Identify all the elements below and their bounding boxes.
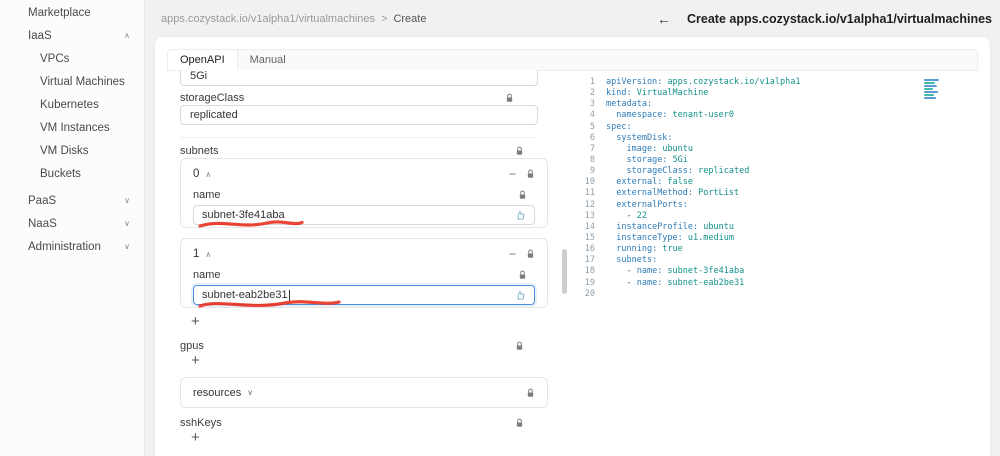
lock-icon[interactable] [526,388,535,398]
lock-icon[interactable] [518,270,531,280]
storageclass-label: storageClass [180,92,245,104]
sidebar-item-paas[interactable]: PaaS ∨ [0,189,144,212]
yaml-editor[interactable]: 1 apiVersion: apps.cozystack.io/v1alpha1 … [580,77,976,300]
code-line: 8 storage: 5Gi [589,154,688,165]
subnet-item-0-header: 0 ∧ − [193,167,535,181]
breadcrumb-resource-link[interactable]: apps.cozystack.io/v1alpha1/virtualmachin… [161,13,375,25]
breadcrumb: apps.cozystack.io/v1alpha1/virtualmachin… [161,13,426,25]
name-label: name [193,269,221,281]
lock-icon[interactable] [515,341,536,351]
code-line: 3 metadata: [589,99,653,110]
remove-item-button[interactable]: − [509,167,516,181]
code-line: 20 [584,288,595,299]
thumb-up-icon[interactable] [515,290,526,301]
chevron-down-icon: ∨ [124,242,130,251]
code-line: 2 kind: VirtualMachine [589,88,709,99]
collapse-chevron-icon[interactable]: ∧ [205,250,211,259]
sidebar-item-iaas[interactable]: IaaS ∧ [0,24,144,47]
code-line: 17 subnets: [584,255,658,266]
section-divider [180,137,538,138]
code-line: 1 apiVersion: apps.cozystack.io/v1alpha1 [589,77,801,87]
name-label: name [193,189,221,201]
subnet-1-name-input[interactable]: subnet-eab2be31 [193,285,535,305]
content-card: OpenAPI Manual 5Gi storageClass replicat… [155,37,990,456]
code-line: 7 image: ubuntu [589,143,694,154]
back-arrow-icon[interactable]: ← [657,11,671,27]
code-line: 9 storageClass: replicated [589,166,750,177]
lock-icon[interactable] [515,418,536,428]
storageclass-label-row: storageClass [180,92,538,104]
code-line: 18 - name: subnet-3fe41aba [584,266,745,277]
subnet-item-1-card: 1 ∧ − name subnet-eab2be31 [180,238,548,308]
code-line: 12 externalPorts: [584,199,688,210]
code-line: 15 instanceType: u1.medium [584,232,734,243]
subnet-item-1-name-row: name [193,269,535,281]
thumb-up-icon[interactable] [515,210,526,221]
page: Marketplace IaaS ∧ VPCs Virtual Machines … [0,0,1000,456]
sidebar-item-kubernetes[interactable]: Kubernetes [0,93,144,116]
add-gpu-button[interactable]: + [191,353,200,368]
chevron-down-icon: ∨ [247,388,254,397]
page-title: Create apps.cozystack.io/v1alpha1/virtua… [687,11,992,26]
remove-item-button[interactable]: − [509,247,516,261]
tab-openapi[interactable]: OpenAPI [168,50,238,70]
sidebar-item-marketplace[interactable]: Marketplace [0,1,144,24]
subnet-item-1-header: 1 ∧ − [193,247,535,261]
chevron-down-icon: ∨ [124,196,130,205]
sidebar-item-vpcs[interactable]: VPCs [0,47,144,70]
form-scrollbar[interactable] [562,249,567,294]
code-line: 13 - 22 [584,210,647,221]
editor-minimap[interactable] [924,79,942,100]
sidebar-item-vm-instances[interactable]: VM Instances [0,116,144,139]
subnet-item-0-index: 0 [193,168,200,180]
chevron-up-icon: ∧ [124,31,130,40]
lock-icon[interactable] [526,249,535,259]
resources-card[interactable]: resources ∨ [180,377,548,408]
storageclass-input[interactable]: replicated [180,105,538,125]
lock-icon[interactable] [505,93,526,103]
sidebar-item-vm-disks[interactable]: VM Disks [0,139,144,162]
sidebar-item-virtual-machines[interactable]: Virtual Machines [0,70,144,93]
lock-icon[interactable] [518,190,531,200]
tab-manual[interactable]: Manual [238,50,298,70]
lock-icon[interactable] [526,169,535,179]
code-line: 6 systemDisk: [589,132,673,143]
lock-icon[interactable] [515,146,536,156]
sidebar-item-naas[interactable]: NaaS ∨ [0,212,144,235]
subnets-label: subnets [180,145,219,157]
tabbar: OpenAPI Manual [167,49,978,71]
breadcrumb-separator: > [381,12,388,25]
storage-input[interactable]: 5Gi [180,70,538,86]
sidebar-item-buckets[interactable]: Buckets [0,162,144,185]
add-subnet-button[interactable]: + [191,314,200,329]
code-line: 11 externalMethod: PortList [584,188,740,199]
subnet-item-0-name-row: name [193,189,535,201]
sidebar-item-administration[interactable]: Administration ∨ [0,235,144,258]
code-line: 10 external: false [584,177,694,188]
code-line: 5 spec: [589,121,632,132]
text-caret [288,289,290,301]
code-line: 14 instanceProfile: ubuntu [584,221,734,232]
code-line: 16 running: true [584,244,683,255]
gpus-label: gpus [180,340,204,352]
sshkeys-label-row: sshKeys [180,417,548,429]
sshkeys-label: sshKeys [180,417,222,429]
chevron-down-icon: ∨ [124,219,130,228]
code-line: 4 namespace: tenant-user0 [589,110,734,121]
resources-label: resources [193,386,242,399]
subnet-item-1-index: 1 [193,248,200,260]
subnet-0-name-input[interactable]: subnet-3fe41aba [193,205,535,225]
add-sshkey-button[interactable]: + [191,430,200,445]
sidebar: Marketplace IaaS ∧ VPCs Virtual Machines … [0,0,145,456]
subnet-item-0-card: 0 ∧ − name subnet-3fe41aba [180,158,548,228]
breadcrumb-current: Create [393,12,427,25]
code-line: 19 - name: subnet-eab2be31 [584,277,745,288]
topbar: apps.cozystack.io/v1alpha1/virtualmachin… [145,0,1000,37]
gpus-label-row: gpus [180,340,548,352]
header-right: ← Create apps.cozystack.io/v1alpha1/virt… [657,11,992,27]
collapse-chevron-icon[interactable]: ∧ [205,170,211,179]
subnets-label-row: subnets [180,145,548,157]
